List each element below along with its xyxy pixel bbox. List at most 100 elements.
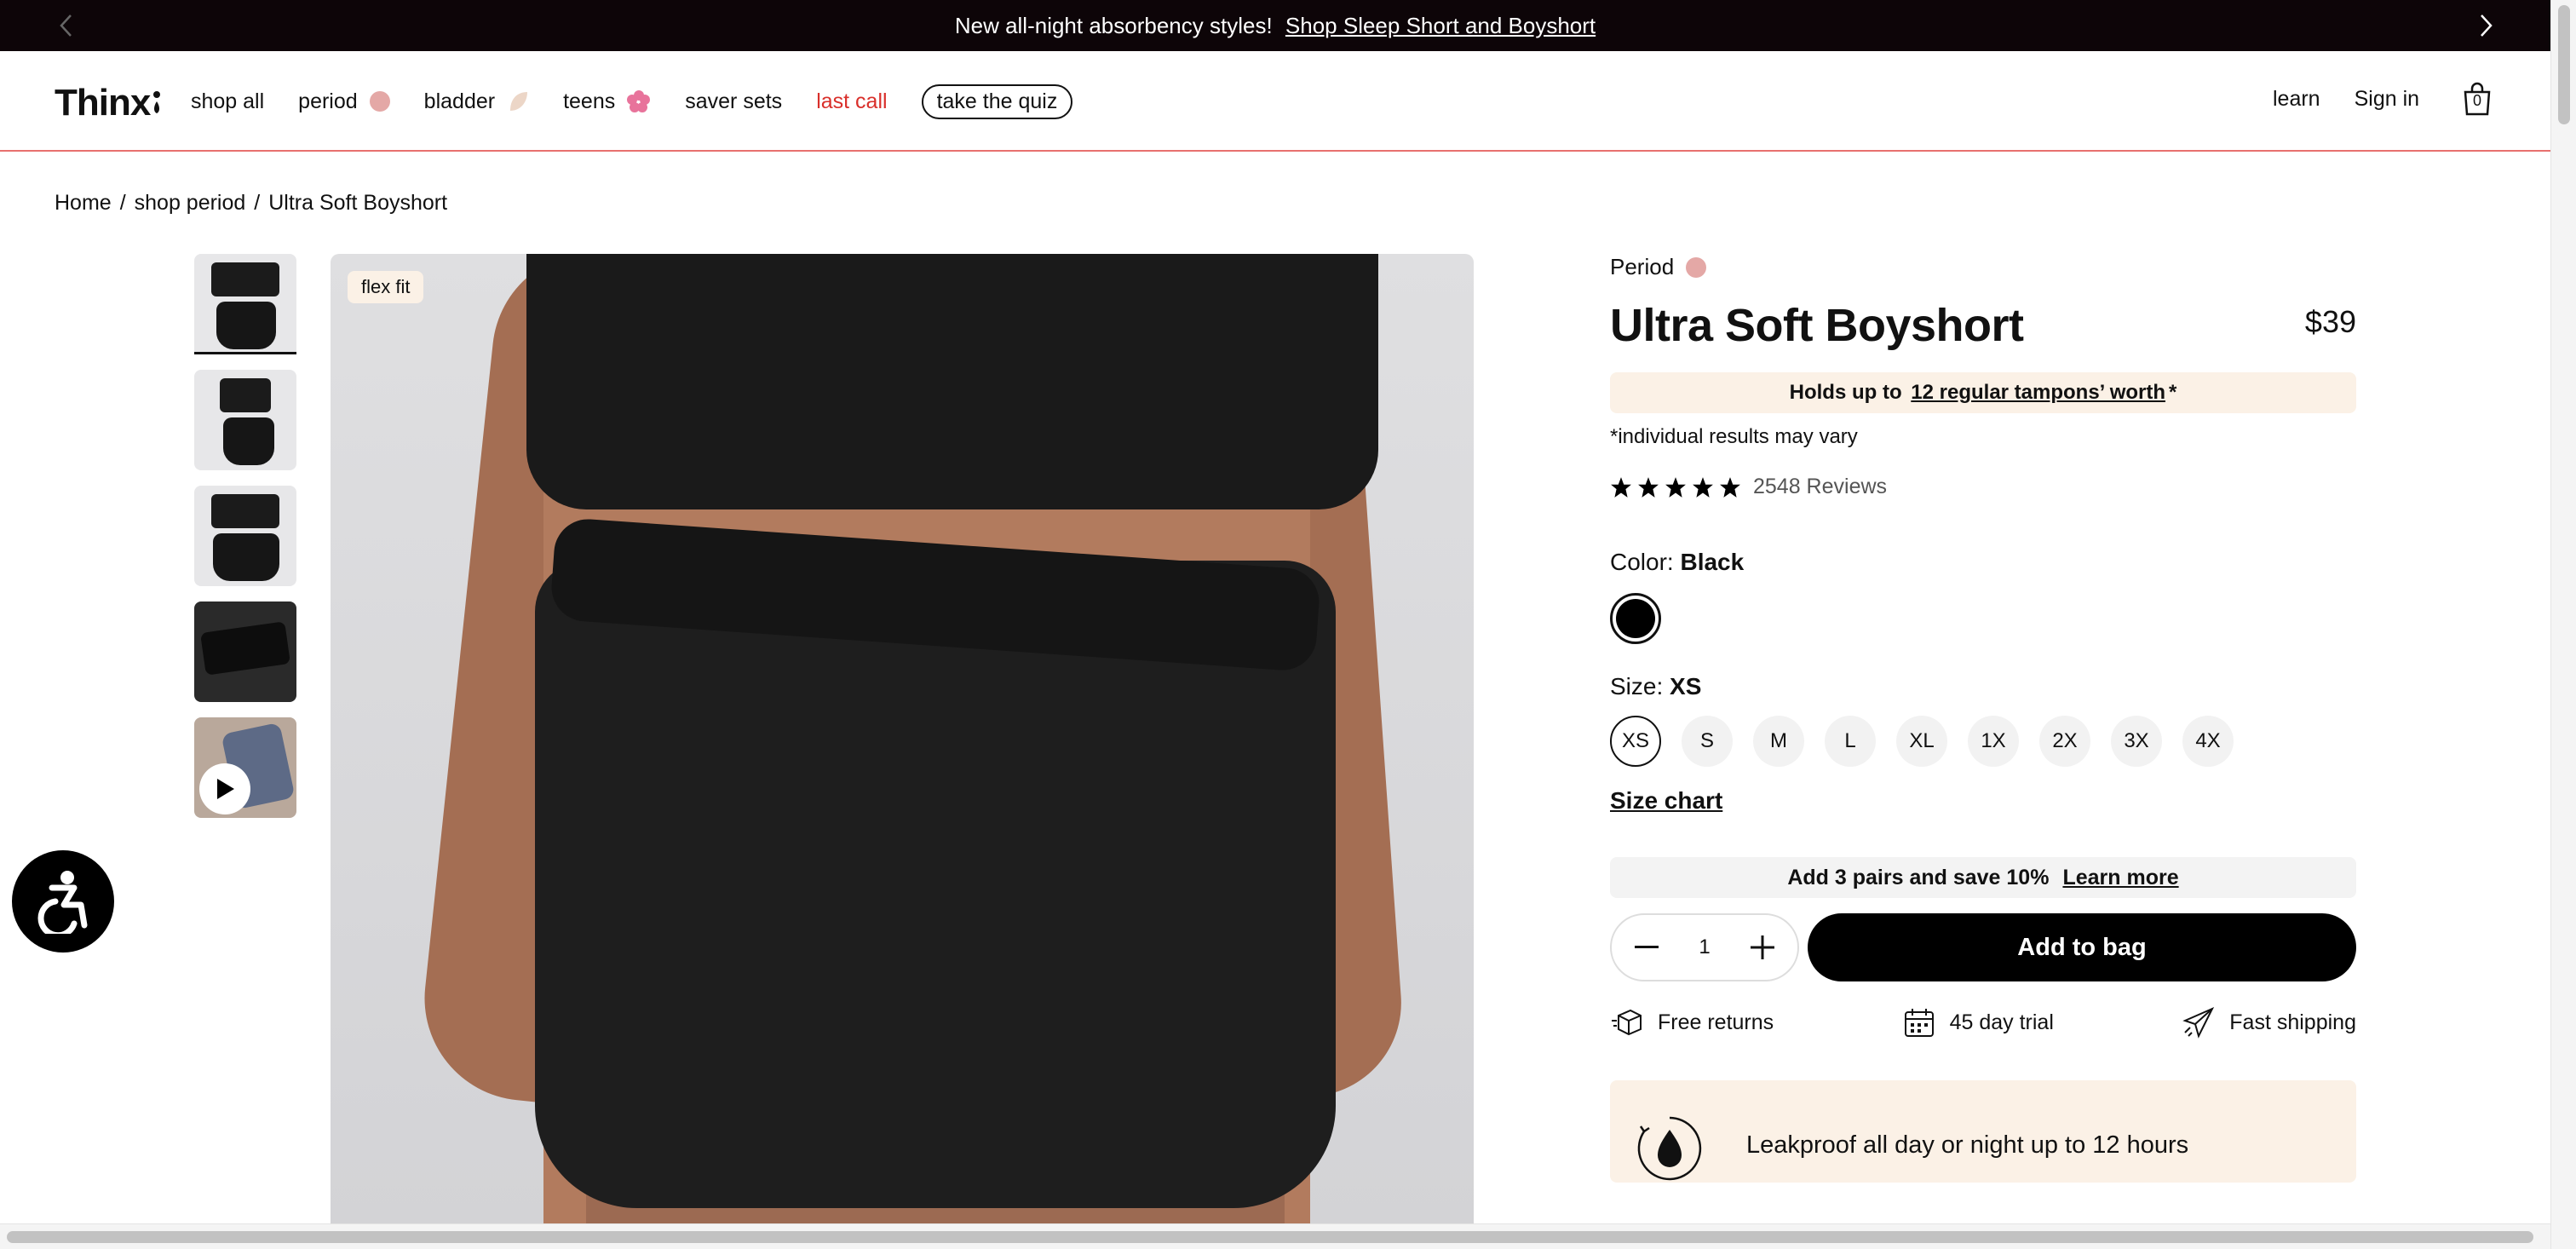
thinx-logo[interactable]: Thinx <box>55 82 161 124</box>
logo-drop-icon <box>153 91 161 113</box>
bundle-save-banner: Add 3 pairs and save 10% Learn more <box>1610 857 2356 898</box>
review-count: 2548 Reviews <box>1753 475 1888 498</box>
header-utilities: learn Sign in 0 <box>2273 82 2493 116</box>
size-option-1x[interactable]: 1X <box>1968 716 2019 767</box>
star-icon <box>1720 476 1740 498</box>
accessibility-icon <box>37 871 88 934</box>
breadcrumb-current: Ultra Soft Boyshort <box>268 191 448 215</box>
paper-plane-icon <box>2182 1006 2215 1039</box>
nav-bladder[interactable]: bladder <box>424 82 529 121</box>
chevron-right-icon <box>2481 14 2493 37</box>
color-label-text: Color: <box>1610 549 1674 575</box>
size-option-xl[interactable]: XL <box>1896 716 1947 767</box>
leakproof-text: Leakproof all day or night up to 12 hour… <box>1746 1131 2189 1159</box>
size-option-s[interactable]: S <box>1682 716 1733 767</box>
minus-icon <box>1634 946 1659 948</box>
announcement-text: New all-night absorbency styles! <box>954 12 1273 38</box>
breadcrumb-shop-period[interactable]: shop period <box>135 191 246 216</box>
vertical-scrollbar[interactable] <box>2550 0 2576 1249</box>
sign-in-link[interactable]: Sign in <box>2355 87 2419 112</box>
nav-period[interactable]: period <box>298 82 390 121</box>
size-option-4x[interactable]: 4X <box>2182 716 2234 767</box>
thumbnail-front[interactable] <box>194 254 296 354</box>
main-nav: shop all period bladder teens saver sets… <box>191 82 1107 121</box>
quantity-value[interactable]: 1 <box>1699 935 1710 959</box>
shopping-bag-button[interactable]: 0 <box>2462 82 2493 116</box>
holds-prefix: Holds up to <box>1789 381 1902 404</box>
decrease-quantity-button[interactable] <box>1630 930 1664 964</box>
reviews-summary[interactable]: 2548 Reviews <box>1610 475 2356 499</box>
perk-free-returns: Free returns <box>1610 1005 1774 1039</box>
nav-teens[interactable]: teens <box>563 82 651 121</box>
main-product-image[interactable]: flex fit <box>331 254 1474 1225</box>
horizontal-scrollbar[interactable] <box>0 1223 2550 1249</box>
color-value: Black <box>1680 549 1745 575</box>
results-disclaimer: *individual results may vary <box>1610 425 1858 448</box>
nav-shop-all[interactable]: shop all <box>191 82 264 121</box>
nav-last-call[interactable]: last call <box>816 82 887 121</box>
flex-fit-badge: flex fit <box>348 271 424 303</box>
crop-top-garment <box>526 254 1378 509</box>
color-swatch-black[interactable] <box>1610 593 1661 644</box>
breadcrumb-separator: / <box>119 191 126 215</box>
nav-label: period <box>298 89 358 113</box>
add-to-bag-button[interactable]: Add to bag <box>1808 913 2356 981</box>
product-category: Period <box>1610 254 2356 280</box>
perk-trial: 45 day trial <box>1902 1005 2054 1039</box>
horizontal-scroll-thumb[interactable] <box>7 1231 2533 1243</box>
size-options: XS S M L XL 1X 2X 3X 4X <box>1610 716 2356 767</box>
nav-label: saver sets <box>685 89 783 113</box>
accessibility-button[interactable] <box>12 850 114 953</box>
period-dot-icon <box>369 91 390 112</box>
return-box-icon <box>1612 1009 1642 1036</box>
announcement-link[interactable]: Shop Sleep Short and Boyshort <box>1285 13 1596 38</box>
nav-label: shop all <box>191 89 265 113</box>
perk-label: Free returns <box>1658 1010 1774 1034</box>
breadcrumb: Home / shop period / Ultra Soft Boyshort <box>55 191 447 216</box>
nav-take-quiz[interactable]: take the quiz <box>921 82 1073 121</box>
thumbnail-detail[interactable] <box>194 601 296 702</box>
announcement-next-arrow[interactable] <box>2472 12 2499 39</box>
title-row: Ultra Soft Boyshort $39 <box>1610 299 2356 355</box>
purchase-row: 1 Add to bag <box>1610 913 2356 981</box>
perks-list: Free returns 45 day trial Fast shipping <box>1610 1005 2356 1039</box>
size-option-m[interactable]: M <box>1753 716 1804 767</box>
size-label-text: Size: <box>1610 673 1664 699</box>
size-chart-link[interactable]: Size chart <box>1610 787 1722 814</box>
bag-count: 0 <box>2473 92 2482 109</box>
nav-saver-sets[interactable]: saver sets <box>685 82 782 121</box>
perk-fast-shipping: Fast shipping <box>2182 1005 2356 1039</box>
leakproof-feature-card: Leakproof all day or night up to 12 hour… <box>1610 1080 2356 1183</box>
increase-quantity-button[interactable] <box>1745 930 1780 964</box>
size-value: XS <box>1670 673 1702 699</box>
size-option-2x[interactable]: 2X <box>2039 716 2090 767</box>
nav-label: teens <box>563 89 616 113</box>
thumbnail-video[interactable] <box>194 717 296 818</box>
size-option-l[interactable]: L <box>1825 716 1876 767</box>
vertical-scroll-thumb[interactable] <box>2558 5 2570 124</box>
calendar-icon <box>1904 1009 1934 1037</box>
absorbency-banner: Holds up to 12 regular tampons’ worth * <box>1610 372 2356 413</box>
breadcrumb-home[interactable]: Home <box>55 191 112 216</box>
thumbnail-back[interactable] <box>194 486 296 586</box>
nav-label: bladder <box>423 89 496 113</box>
bladder-leaf-icon <box>510 92 528 111</box>
thumbnail-side[interactable] <box>194 370 296 470</box>
play-button[interactable] <box>199 763 250 814</box>
color-label: Color: Black <box>1610 549 2356 576</box>
learn-more-link[interactable]: Learn more <box>2062 866 2178 890</box>
plus-icon <box>1751 935 1775 959</box>
quantity-stepper: 1 <box>1610 913 1799 981</box>
perk-label: Fast shipping <box>2229 1010 2356 1034</box>
size-option-xs[interactable]: XS <box>1610 716 1661 767</box>
star-icon <box>1665 476 1686 498</box>
teens-flower-icon <box>627 90 651 112</box>
category-dot-icon <box>1686 256 1707 278</box>
logo-text: Thinx <box>55 82 151 124</box>
size-option-3x[interactable]: 3X <box>2111 716 2162 767</box>
chevron-left-icon <box>60 14 72 37</box>
nav-learn[interactable]: learn <box>2273 87 2320 112</box>
holds-link[interactable]: 12 regular tampons’ worth <box>1911 381 2165 405</box>
star-icon <box>1693 476 1713 498</box>
announcement-prev-arrow[interactable] <box>53 12 80 39</box>
